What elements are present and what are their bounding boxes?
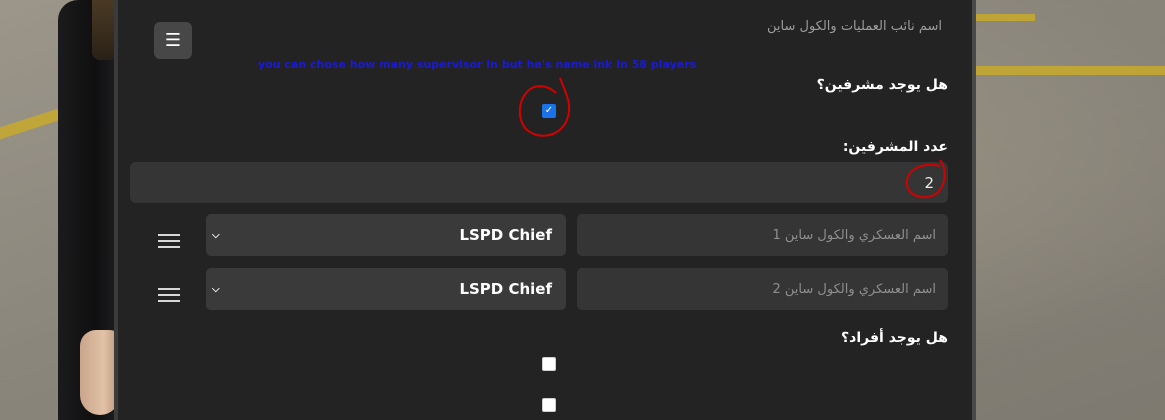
hamburger-icon: ☰	[164, 30, 182, 51]
members-question: هل يوجد أفراد؟	[841, 330, 948, 346]
road-stripe	[975, 66, 1165, 75]
supervisor-row: ⌵ LSPD Chief اسم العسكري والكول ساين 2	[118, 268, 976, 312]
supervisors-checkbox[interactable]: ✓	[542, 104, 556, 118]
rank-select[interactable]: ⌵ LSPD Chief	[206, 214, 566, 256]
menu-button[interactable]: ☰	[154, 22, 192, 59]
rank-select[interactable]: ⌵ LSPD Chief	[206, 268, 566, 310]
chevron-down-icon: ⌵	[212, 283, 220, 295]
annotation-note: you can chose how many supervisor in but…	[258, 58, 697, 71]
extra-checkbox[interactable]	[542, 398, 556, 412]
rank-select-value: LSPD Chief	[459, 280, 552, 298]
supervisor-count-label: عدد المشرفين:	[842, 139, 948, 155]
member-name-field[interactable]: اسم العسكري والكول ساين 1	[577, 214, 948, 256]
member-name-placeholder: اسم العسكري والكول ساين 2	[772, 281, 937, 297]
deputy-name-label: اسم نائب العمليات والكول ساين	[767, 19, 942, 34]
rank-select-value: LSPD Chief	[459, 226, 552, 244]
members-checkbox[interactable]	[542, 357, 556, 371]
supervisor-count-value: 2	[924, 173, 934, 192]
drag-handle-icon[interactable]	[158, 234, 180, 252]
supervisor-count-input[interactable]: 2	[130, 162, 948, 203]
supervisor-row: ⌵ LSPD Chief اسم العسكري والكول ساين 1	[118, 214, 976, 258]
supervisors-question: هل يوجد مشرفين؟	[816, 77, 948, 93]
drag-handle-icon[interactable]	[158, 288, 180, 306]
panel-scrollbar[interactable]	[972, 0, 976, 420]
member-name-field[interactable]: اسم العسكري والكول ساين 2	[577, 268, 948, 310]
road-stripe	[975, 14, 1035, 21]
chevron-down-icon: ⌵	[212, 229, 220, 241]
form-panel: ☰ اسم نائب العمليات والكول ساين you can …	[114, 0, 976, 420]
member-name-placeholder: اسم العسكري والكول ساين 1	[772, 227, 937, 243]
